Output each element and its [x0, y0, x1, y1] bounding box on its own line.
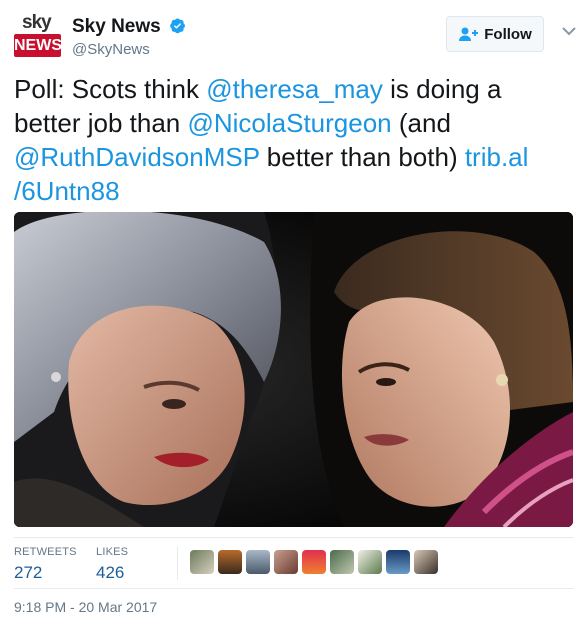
- liker-avatar[interactable]: [358, 550, 382, 574]
- retweets-count: 272: [14, 563, 43, 582]
- likes-count: 426: [96, 563, 125, 582]
- liker-avatar[interactable]: [302, 550, 326, 574]
- tweet-photo[interactable]: [14, 212, 573, 527]
- tweet-timestamp[interactable]: 9:18 PM - 20 Mar 2017: [14, 599, 157, 615]
- tweet-header: sky NEWS Sky News @SkyNews Follow: [14, 12, 576, 62]
- follow-label: Follow: [484, 25, 532, 43]
- tweet-text: Poll: Scots think @theresa_may is doing …: [14, 72, 574, 208]
- tweet-link[interactable]: @NicolaSturgeon: [187, 108, 391, 138]
- tweet-text-segment: Poll: Scots think: [14, 74, 207, 104]
- tweet-stats: RETWEETS 272 LIKES 426: [14, 537, 574, 589]
- account-handle[interactable]: @SkyNews: [72, 41, 186, 58]
- liker-avatar[interactable]: [246, 550, 270, 574]
- liker-avatar[interactable]: [330, 550, 354, 574]
- liker-avatar[interactable]: [414, 550, 438, 574]
- tweet-link[interactable]: @RuthDavidsonMSP: [14, 142, 260, 172]
- tweet-text-segment: (and: [391, 108, 451, 138]
- account-name-block[interactable]: Sky News @SkyNews: [72, 16, 186, 58]
- liker-avatar[interactable]: [274, 550, 298, 574]
- add-user-icon: [459, 27, 479, 41]
- logo-news-text: NEWS: [14, 34, 62, 57]
- verified-badge-icon: [169, 17, 186, 34]
- retweets-label: RETWEETS: [14, 546, 77, 558]
- tweet-link[interactable]: trib.al: [465, 142, 529, 172]
- display-name[interactable]: Sky News: [72, 16, 161, 37]
- likes-stat[interactable]: LIKES 426: [96, 546, 128, 583]
- retweets-stat[interactable]: RETWEETS 272: [14, 546, 77, 583]
- tweet-link[interactable]: @theresa_may: [206, 74, 383, 104]
- liker-avatar[interactable]: [218, 550, 242, 574]
- liker-avatar[interactable]: [190, 550, 214, 574]
- follow-button[interactable]: Follow: [446, 16, 544, 52]
- logo-sky-text: sky: [22, 12, 52, 33]
- liker-avatars: [190, 550, 438, 576]
- chevron-down-icon[interactable]: [562, 26, 576, 36]
- stats-divider: [177, 546, 178, 580]
- likes-label: LIKES: [96, 546, 129, 558]
- photo-two-portraits: [14, 212, 573, 527]
- sky-news-avatar[interactable]: sky NEWS: [14, 12, 62, 60]
- tweet-link[interactable]: /6Untn88: [14, 176, 120, 206]
- liker-avatar[interactable]: [386, 550, 410, 574]
- tweet-text-segment: better than both): [259, 142, 465, 172]
